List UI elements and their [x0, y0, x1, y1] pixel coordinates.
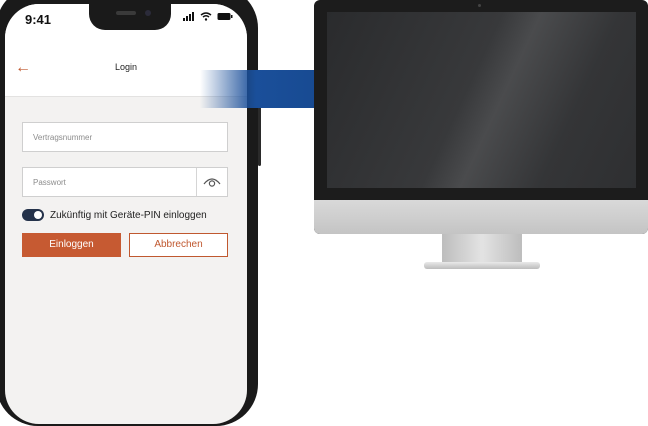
wifi-icon	[200, 12, 212, 21]
signal-icon	[183, 12, 194, 21]
contract-number-input[interactable]	[23, 123, 203, 151]
phone-notch	[89, 4, 171, 30]
password-input[interactable]	[23, 168, 203, 196]
camera-icon	[478, 4, 481, 7]
battery-icon	[217, 13, 233, 20]
eye-icon[interactable]	[203, 175, 221, 189]
status-icons	[183, 12, 233, 21]
status-time: 9:41	[25, 12, 52, 27]
desktop-monitor	[314, 0, 648, 234]
divider	[196, 168, 197, 196]
cancel-button[interactable]: Abbrechen	[129, 233, 228, 257]
contract-number-field[interactable]	[22, 122, 228, 152]
monitor-stand	[442, 234, 522, 264]
device-pin-label: Zukünftig mit Geräte-PIN einloggen	[50, 209, 207, 221]
toggle-knob	[34, 211, 42, 219]
speaker-icon	[116, 11, 136, 15]
password-field[interactable]	[22, 167, 228, 197]
login-button[interactable]: Einloggen	[22, 233, 121, 257]
camera-icon	[145, 10, 151, 16]
device-pin-toggle-row: Zukünftig mit Geräte-PIN einloggen	[22, 209, 207, 221]
monitor-screen	[327, 12, 636, 188]
device-pin-toggle[interactable]	[22, 209, 44, 221]
monitor-chin	[314, 200, 648, 234]
monitor-stand-base	[424, 262, 540, 269]
